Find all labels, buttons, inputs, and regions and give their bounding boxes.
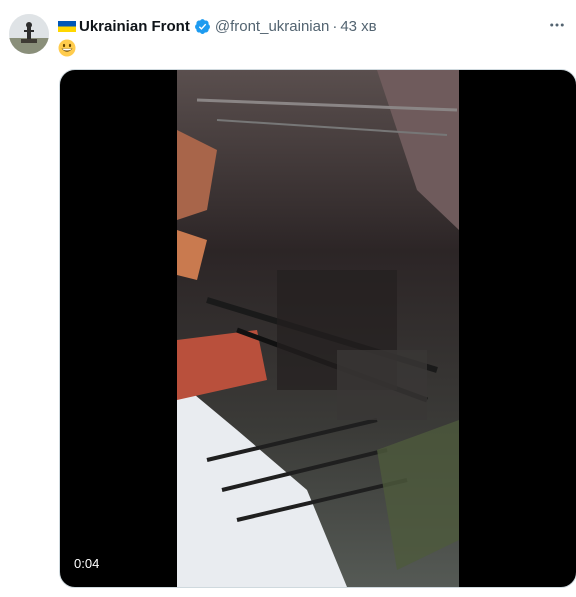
more-dots-icon [550, 23, 564, 27]
verified-badge-icon [194, 18, 210, 34]
video-frame [177, 70, 459, 587]
video-duration: 0:04 [74, 556, 100, 571]
avatar-image [9, 14, 49, 54]
separator-dot: · [332, 17, 338, 35]
tweet[interactable]: Ukrainian Front @front_ukrainian · 43 хв [0, 0, 576, 597]
more-options-button[interactable] [544, 13, 570, 37]
grinning-face-emoji-icon [58, 39, 76, 57]
tweet-text [58, 39, 76, 62]
video-player[interactable]: 0:04 [59, 69, 576, 588]
ukraine-flag-icon [58, 20, 76, 32]
avatar[interactable] [9, 14, 49, 54]
tweet-header: Ukrainian Front @front_ukrainian · 43 хв [58, 15, 377, 37]
author-handle[interactable]: @front_ukrainian [215, 18, 329, 35]
author-name[interactable]: Ukrainian Front [79, 18, 190, 35]
tweet-timestamp[interactable]: 43 хв [340, 18, 376, 35]
